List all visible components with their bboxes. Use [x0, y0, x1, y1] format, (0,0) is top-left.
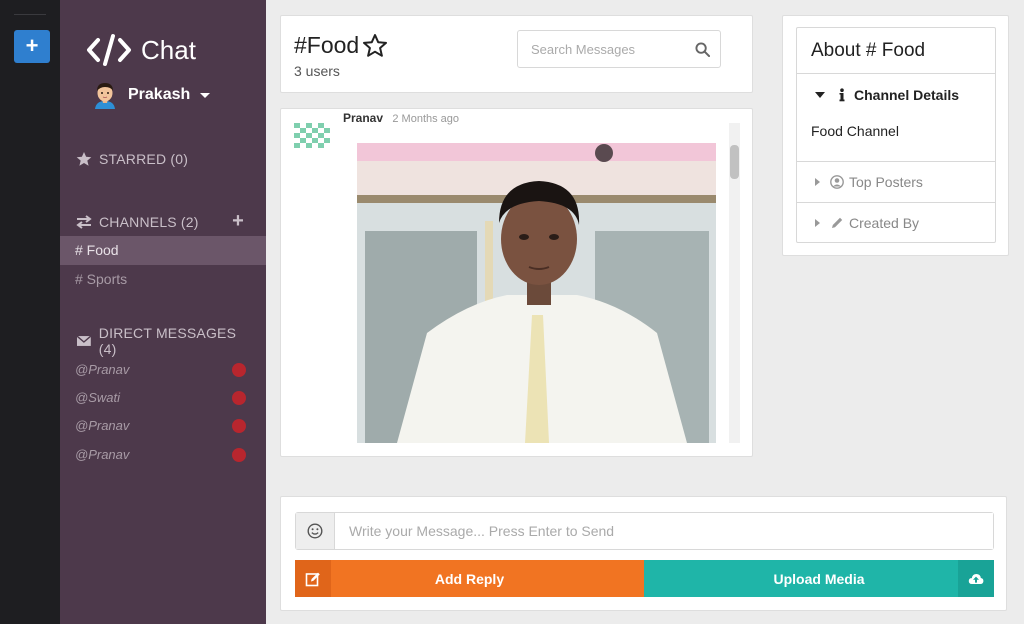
- message-meta: Pranav 2 Months ago: [343, 111, 459, 125]
- channel-user-count: 3 users: [294, 63, 340, 79]
- reply-icon-box: [295, 560, 331, 597]
- code-icon: [87, 34, 131, 66]
- avatar: [95, 83, 115, 109]
- envelope-icon: [76, 335, 92, 346]
- unread-indicator: [232, 448, 246, 462]
- search-input[interactable]: [518, 31, 688, 67]
- direct-messages-label: DIRECT MESSAGES (4): [98, 325, 237, 357]
- starred-section[interactable]: STARRED (0): [76, 149, 256, 169]
- dm-item[interactable]: @Swati: [60, 385, 266, 411]
- upload-media-label: Upload Media: [773, 570, 865, 587]
- caret-right-icon: [815, 219, 820, 227]
- caret-down-icon: [815, 91, 825, 98]
- channel-item-sports[interactable]: # Sports: [60, 265, 266, 294]
- identicon-avatar: [294, 123, 330, 148]
- pencil-icon: [832, 217, 843, 228]
- channel-details-label: Channel Details: [854, 86, 960, 103]
- caret-right-icon: [815, 178, 820, 186]
- channel-item-food[interactable]: # Food: [60, 236, 266, 265]
- add-channel-button[interactable]: +: [232, 211, 244, 231]
- search-icon[interactable]: [695, 42, 710, 57]
- add-reply-button[interactable]: Add Reply: [295, 560, 644, 597]
- about-accordion: About # Food Channel Details Food Channe…: [796, 27, 996, 243]
- exchange-icon: [76, 215, 92, 229]
- direct-messages-section[interactable]: DIRECT MESSAGES (4): [76, 325, 256, 357]
- workspace-rail: +: [0, 0, 60, 624]
- channel-name: #Food: [294, 32, 360, 58]
- star-icon[interactable]: [362, 33, 388, 59]
- channel-header: #Food 3 users: [280, 15, 753, 93]
- chevron-down-icon: [200, 92, 211, 98]
- dm-item[interactable]: @Pranav: [60, 357, 266, 383]
- user-menu[interactable]: Prakash: [92, 80, 211, 110]
- star-icon: [76, 152, 92, 166]
- message-image[interactable]: [357, 143, 716, 443]
- channel-details-toggle[interactable]: Channel Details: [797, 74, 995, 115]
- emoji-button[interactable]: [296, 513, 335, 549]
- sidebar: Chat Prakash STARRED (0) CHANNELS (2) +: [60, 0, 266, 624]
- top-posters-toggle[interactable]: Top Posters: [797, 161, 995, 202]
- channels-section[interactable]: CHANNELS (2) +: [76, 211, 256, 232]
- dm-item[interactable]: @Pranav: [60, 442, 266, 468]
- smile-icon: [307, 523, 323, 539]
- user-name: Prakash: [128, 86, 191, 103]
- composer-actions: Add Reply Upload Media: [295, 560, 994, 597]
- dm-label: @Pranav: [75, 418, 130, 433]
- created-by-toggle[interactable]: Created By: [797, 202, 995, 243]
- dm-label: @Pranav: [75, 362, 130, 377]
- app-name: Chat: [141, 34, 196, 65]
- message-list: Pranav 2 Months ago: [280, 108, 753, 457]
- message-composer: Add Reply Upload Media: [280, 496, 1007, 611]
- starred-label: STARRED (0): [99, 151, 189, 167]
- add-workspace-button[interactable]: +: [14, 30, 50, 63]
- message-input-group[interactable]: [295, 512, 994, 550]
- about-panel: About # Food Channel Details Food Channe…: [782, 15, 1009, 256]
- scrollbar-thumb[interactable]: [730, 145, 739, 179]
- rail-divider: [14, 14, 46, 15]
- dm-label: @Swati: [75, 390, 120, 405]
- cloud-upload-icon: [968, 573, 984, 584]
- unread-indicator: [232, 391, 246, 405]
- channels-label: CHANNELS (2): [99, 214, 199, 230]
- unread-indicator: [232, 419, 246, 433]
- search-box[interactable]: [517, 30, 721, 68]
- dm-item[interactable]: @Pranav: [60, 413, 266, 439]
- upload-media-button[interactable]: Upload Media: [644, 560, 994, 597]
- channel-details-body: Food Channel: [811, 123, 899, 139]
- message-author[interactable]: Pranav: [343, 111, 383, 125]
- photo: [357, 143, 716, 443]
- add-reply-label: Add Reply: [434, 570, 505, 587]
- plus-icon: +: [25, 33, 39, 58]
- info-icon: [839, 87, 845, 101]
- brand: Chat: [86, 30, 196, 70]
- channel-title: #Food: [294, 32, 388, 59]
- edit-icon: [305, 572, 320, 586]
- message-time: 2 Months ago: [392, 113, 460, 125]
- about-title: About # Food: [797, 28, 995, 74]
- unread-indicator: [232, 363, 246, 377]
- user-circle-icon: [830, 175, 844, 189]
- message-input[interactable]: [335, 513, 993, 549]
- dm-label: @Pranav: [75, 447, 130, 462]
- top-posters-label: Top Posters: [849, 174, 923, 190]
- upload-icon-box: [958, 560, 994, 597]
- created-by-label: Created By: [849, 215, 920, 231]
